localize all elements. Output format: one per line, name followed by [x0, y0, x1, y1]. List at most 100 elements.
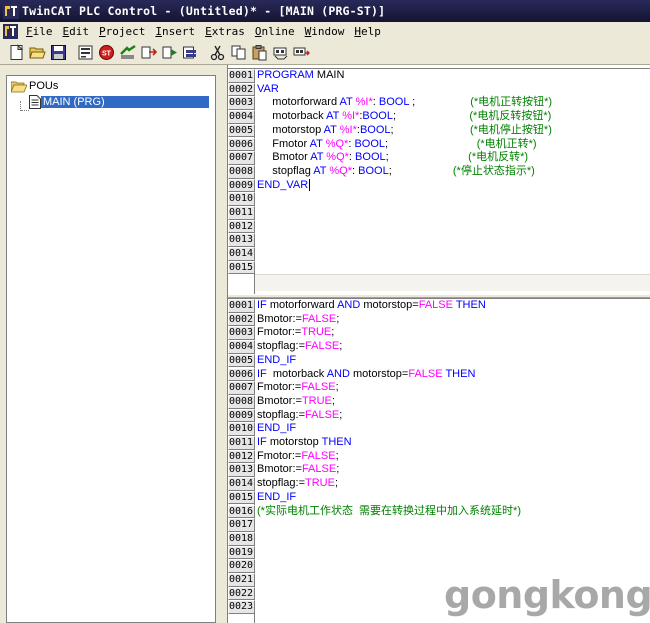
menu-label: nline — [261, 25, 295, 38]
cut-icon — [210, 45, 225, 61]
code-line[interactable]: Bmotor AT %Q*: BOOL; (*电机反转*) — [257, 151, 528, 165]
code-line[interactable]: IF motorstop THEN — [257, 436, 352, 450]
declaration-editor[interactable]: 0001 PROGRAM MAIN 0002 VAR 0003 motorforward… — [228, 68, 650, 294]
line-number: 0001 — [228, 299, 255, 313]
menu-online[interactable]: Online — [250, 25, 300, 38]
code-line[interactable]: stopflag:=FALSE; — [257, 409, 342, 423]
document-icon[interactable] — [3, 24, 18, 39]
literal-token: FALSE — [408, 367, 443, 380]
keyword-token: AND — [326, 367, 350, 380]
code-line[interactable]: PROGRAM MAIN — [257, 69, 344, 83]
literal-token: FALSE — [301, 449, 336, 462]
save-button[interactable] — [49, 43, 68, 62]
tree-node-main[interactable]: MAIN (PRG) — [29, 94, 209, 110]
logout-button[interactable] — [139, 43, 158, 62]
literal-token: FALSE — [301, 381, 336, 394]
open-button[interactable] — [28, 43, 47, 62]
menu-window[interactable]: Window — [300, 25, 350, 38]
menu-extras[interactable]: Extras — [200, 25, 250, 38]
line-number: 0019 — [228, 545, 255, 560]
code-line[interactable]: IF motorback AND motorstop=FALSE THEN — [257, 368, 475, 382]
code-line[interactable]: END_IF — [257, 422, 296, 436]
code-line[interactable]: Bmotor:=TRUE; — [257, 395, 335, 409]
literal-token: TRUE — [305, 477, 335, 490]
menu-project[interactable]: Project — [94, 25, 150, 38]
line-number: 0002 — [228, 312, 255, 327]
watermark: gongkong — [444, 573, 650, 617]
tree-node-pous[interactable]: POUs — [11, 78, 60, 94]
menu-insert[interactable]: Insert — [150, 25, 200, 38]
run-button[interactable] — [160, 43, 179, 62]
paste-button[interactable] — [250, 43, 269, 62]
literal-token: %Q* — [326, 151, 349, 164]
code-line[interactable]: stopflag:=TRUE; — [257, 477, 338, 491]
horizontal-scrollbar[interactable] — [255, 274, 650, 291]
step-button[interactable] — [181, 43, 200, 62]
twincat-app-icon[interactable] — [3, 3, 19, 19]
keyword-token: BOOL — [355, 151, 386, 164]
literal-token: FALSE — [305, 340, 340, 353]
keyword-token: IF — [257, 299, 267, 311]
code-line[interactable]: END_VAR — [257, 179, 311, 193]
menu-help[interactable]: Help — [349, 25, 386, 38]
code-line[interactable]: Fmotor AT %Q*: BOOL; (*电机正转*) — [257, 137, 536, 152]
menu-mnemonic: H — [354, 25, 361, 38]
keyword-token: BOOL — [359, 123, 391, 136]
keyword-token: AT — [323, 123, 337, 136]
code-token: motorstop — [266, 436, 322, 448]
find-button[interactable] — [271, 43, 290, 62]
code-token: Bmotor:= — [257, 394, 302, 407]
code-line[interactable]: Fmotor:=FALSE; — [257, 450, 339, 464]
line-number: 0011 — [228, 436, 255, 450]
title-bar: TwinCAT PLC Control - (Untitled)* - [MAI… — [0, 0, 650, 22]
find-next-icon — [293, 47, 310, 56]
literal-token: %I* — [342, 110, 360, 123]
menu-label: xtras — [211, 25, 245, 38]
work-area: POUs MAIN (PRG) 0001 PROGRAM MAIN 0002 VAR 0… — [0, 65, 650, 623]
code-token: Bmotor:= — [257, 463, 302, 476]
build-button[interactable] — [76, 43, 95, 62]
code-line[interactable]: motorback AT %I*:BOOL; (*电机反转按钮*) — [257, 110, 551, 124]
menu-file[interactable]: File — [21, 25, 58, 38]
new-button[interactable] — [7, 43, 26, 62]
code-line[interactable]: motorforward AT %I*: BOOL ; (*电机正转按钮*) — [257, 96, 552, 110]
svg-text:ST: ST — [102, 51, 112, 58]
menu-edit[interactable]: Edit — [58, 25, 95, 38]
run-icon — [162, 46, 177, 59]
code-line[interactable]: Fmotor:=FALSE; — [257, 381, 339, 395]
tree-label-pous: POUs — [29, 80, 59, 92]
code-line[interactable]: IF motorforward AND motorstop=FALSE THEN — [257, 299, 486, 313]
line-number: 0001 — [228, 69, 255, 83]
keyword-token: BOOL — [354, 137, 386, 150]
code-token: Fmotor:= — [257, 381, 302, 394]
code-line[interactable]: VAR — [257, 83, 279, 97]
keyword-token: BOOL — [378, 96, 410, 109]
login-button[interactable] — [118, 43, 137, 62]
code-token: ; — [331, 326, 335, 339]
stop-button[interactable]: ST — [97, 43, 116, 62]
line-number: 0015 — [228, 260, 255, 275]
code-line[interactable]: (*实际电机工作状态 需要在转换过程中加入系统延时*) — [257, 505, 521, 519]
code-line[interactable]: END_IF — [257, 354, 296, 368]
code-token: MAIN — [313, 69, 345, 81]
keyword-token: AND — [337, 299, 361, 311]
keyword-token: THEN — [455, 299, 486, 311]
tree-connector — [21, 110, 29, 111]
code-line[interactable]: Bmotor:=FALSE; — [257, 313, 339, 327]
copy-button[interactable] — [229, 43, 248, 62]
code-line[interactable]: stopflag AT %Q*: BOOL; (*停止状态指示*) — [257, 165, 535, 179]
code-line[interactable]: Fmotor:=TRUE; — [257, 326, 334, 340]
line-number: 0010 — [228, 422, 255, 436]
keyword-token: IF — [257, 367, 267, 380]
code-token: ; — [331, 394, 335, 407]
code-line[interactable]: END_IF — [257, 491, 296, 505]
code-token: ; — [339, 408, 343, 421]
code-token: ; — [392, 110, 470, 123]
find-next-button[interactable] — [292, 43, 311, 62]
step-icon — [183, 46, 196, 59]
code-line[interactable]: stopflag:=FALSE; — [257, 340, 342, 354]
code-line[interactable]: motorstop AT %I*:BOOL; (*电机停止按钮*) — [257, 124, 552, 138]
cut-button[interactable] — [208, 43, 227, 62]
code-line[interactable]: Bmotor:=FALSE; — [257, 463, 339, 477]
login-icon — [120, 44, 136, 59]
